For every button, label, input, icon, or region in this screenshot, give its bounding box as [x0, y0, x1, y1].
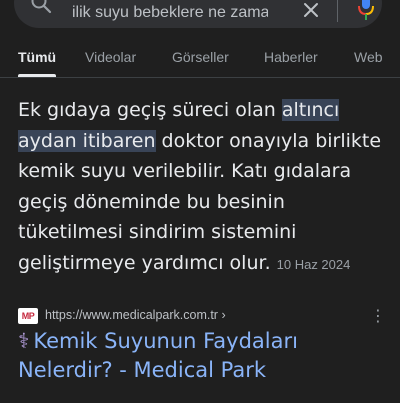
- result-title-link[interactable]: ⚕ Kemik Suyunun Faydaları Nelerdir? - Med…: [18, 327, 388, 384]
- medicalpark-favicon-icon: MP: [18, 308, 38, 324]
- tab-all[interactable]: Tümü: [18, 48, 56, 66]
- search-bar[interactable]: ilik suyu bebeklere ne zaman: [14, 0, 382, 28]
- tab-web[interactable]: Web: [354, 48, 383, 66]
- featured-snippet: Ek gıdaya geçiş süreci olan altıncı ayda…: [18, 95, 388, 280]
- caduceus-icon: ⚕: [18, 329, 30, 353]
- snippet-date: 10 Haz 2024: [276, 256, 351, 272]
- snippet-text-before: Ek gıdaya geçiş süreci olan: [18, 99, 282, 121]
- more-vert-icon[interactable]: ⋮: [370, 306, 386, 326]
- result-source[interactable]: MP https://www.medicalpark.com.tr › ⋮: [18, 306, 388, 326]
- clear-icon[interactable]: [303, 2, 319, 23]
- search-input[interactable]: ilik suyu bebeklere ne zaman: [72, 3, 268, 23]
- url-more-icon: ›: [221, 308, 226, 322]
- tab-videos[interactable]: Videolar: [85, 48, 136, 66]
- result-url-text: https://www.medicalpark.com.tr: [45, 308, 218, 322]
- result-url[interactable]: https://www.medicalpark.com.tr ›: [45, 308, 226, 322]
- search-icon[interactable]: [30, 0, 52, 19]
- microphone-icon[interactable]: [358, 0, 374, 26]
- search-tabs: Tümü Videolar Görseller Haberler Web: [0, 40, 400, 80]
- tabs-divider: [0, 77, 400, 78]
- tab-news[interactable]: Haberler: [264, 48, 318, 66]
- tab-images[interactable]: Görseller: [172, 48, 229, 66]
- search-divider: [337, 0, 338, 22]
- result-title-text: Kemik Suyunun Faydaları Nelerdir? - Medi…: [18, 329, 298, 382]
